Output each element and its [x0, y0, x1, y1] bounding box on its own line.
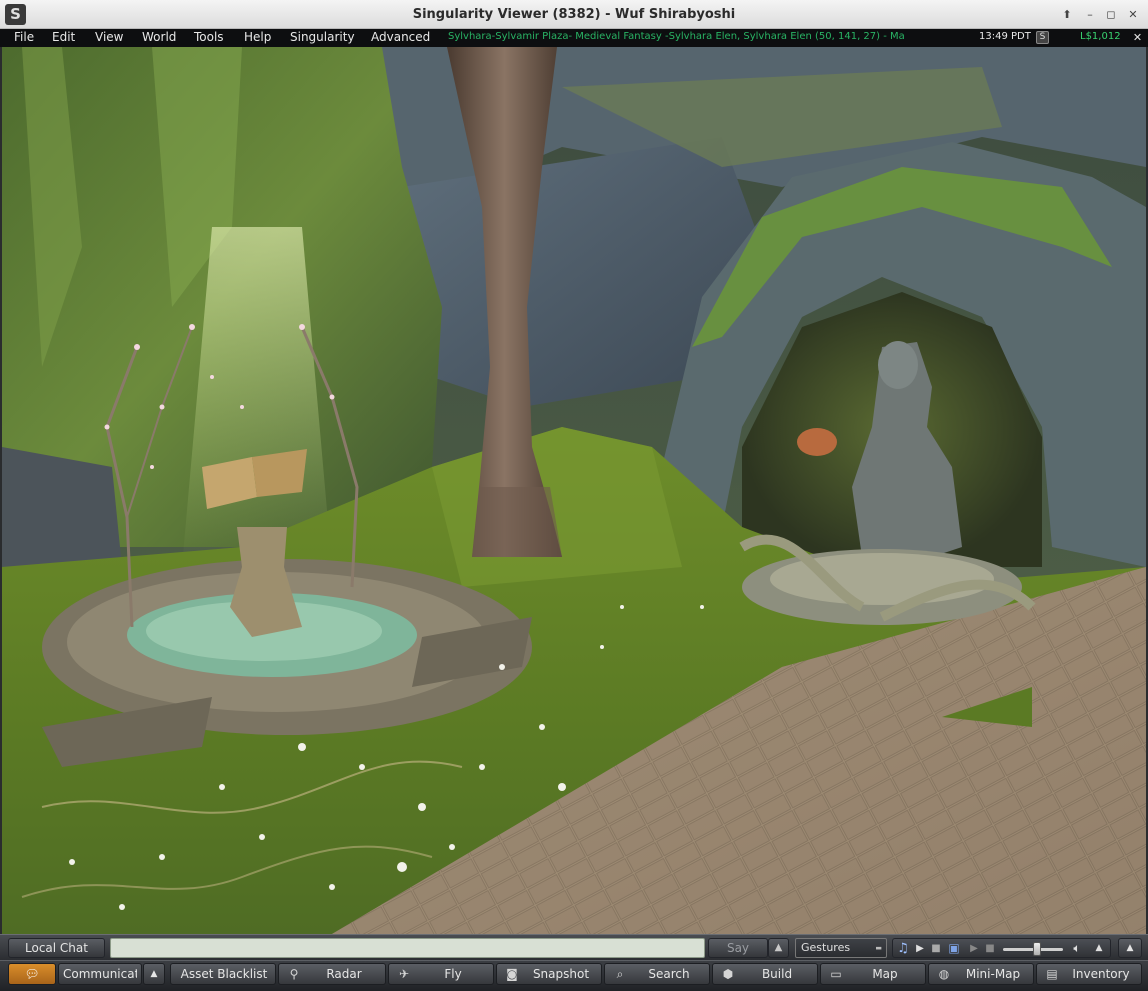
say-button[interactable]: Say: [708, 938, 768, 958]
menu-tools[interactable]: Tools: [194, 30, 224, 44]
camera-icon: ◙: [506, 967, 518, 981]
balance[interactable]: L$1,012: [1080, 31, 1121, 42]
snapshot-button[interactable]: ◙ Snapshot: [496, 963, 602, 985]
menu-help[interactable]: Help: [244, 30, 271, 44]
music-note-icon[interactable]: ♫: [895, 940, 911, 957]
media-play-icon[interactable]: ▶: [966, 940, 982, 957]
map-button[interactable]: ▭ Map: [820, 963, 926, 985]
music-stop-icon[interactable]: ■: [928, 940, 944, 957]
expand-panel-icon[interactable]: ▲: [1118, 938, 1142, 958]
chat-bar: Local Chat Say ▲ Gestures ♫ ▶ ■ ▣ ▶ ■ 🔈︎…: [0, 934, 1148, 960]
fly-label: Fly: [444, 967, 462, 981]
chat-input[interactable]: [110, 938, 705, 958]
menu-file[interactable]: File: [14, 30, 34, 44]
fly-button[interactable]: ✈ Fly: [388, 963, 494, 985]
menu-advanced[interactable]: Advanced: [371, 30, 430, 44]
media-expand-icon[interactable]: ▲: [1091, 940, 1107, 957]
close-button[interactable]: ✕: [1124, 6, 1142, 23]
speech-bubble-icon: 💬︎: [24, 967, 40, 981]
media-icon[interactable]: ▣: [946, 940, 962, 957]
window-title: Singularity Viewer (8382) - Wuf Shirabyo…: [412, 7, 736, 22]
close-icon[interactable]: ✕: [1131, 30, 1144, 45]
media-controls: ♫ ▶ ■ ▣ ▶ ■ 🔈︎ ▲: [892, 938, 1111, 958]
asset-blacklist-button[interactable]: Asset Blacklist: [170, 963, 276, 985]
media-stop-icon[interactable]: ■: [982, 940, 998, 957]
map-label: Map: [872, 967, 898, 981]
local-chat-button[interactable]: Local Chat: [8, 938, 105, 958]
location-text[interactable]: Sylvhara-Sylvamir Plaza- Medieval Fantas…: [448, 31, 910, 42]
asset-blacklist-label: Asset Blacklist: [180, 967, 268, 981]
map-icon: ▭: [830, 967, 842, 981]
minimap-button[interactable]: ◍ Mini-Map: [928, 963, 1034, 985]
inventory-button[interactable]: ▤ Inventory: [1036, 963, 1142, 985]
gestures-dropdown[interactable]: Gestures: [795, 938, 887, 958]
communicate-label: Communicat: [63, 967, 137, 981]
menu-world[interactable]: World: [142, 30, 176, 44]
search-icon: ⌕: [616, 967, 624, 981]
snapshot-label: Snapshot: [532, 967, 590, 981]
inventory-icon: ▤: [1046, 967, 1058, 981]
radar-label: Radar: [326, 967, 362, 981]
clock: 13:49 PDT: [979, 31, 1031, 42]
chevron-up-icon: ▲: [150, 969, 158, 979]
bottom-toolbar: 💬︎ Communicat ▲ Asset Blacklist ⚲ Radar …: [0, 960, 1148, 991]
build-cube-icon: ⬢: [722, 967, 734, 981]
communicate-menu-arrow[interactable]: ▲: [143, 963, 165, 985]
build-label: Build: [761, 967, 793, 981]
world-scene: [2, 47, 1146, 934]
maximize-button[interactable]: ◻: [1102, 6, 1120, 23]
menu-bar: File Edit View World Tools Help Singular…: [0, 29, 1148, 47]
search-button[interactable]: ⌕ Search: [604, 963, 710, 985]
menu-view[interactable]: View: [95, 30, 123, 44]
radar-button[interactable]: ⚲ Radar: [278, 963, 386, 985]
minimize-button[interactable]: –: [1081, 6, 1099, 23]
search-label: Search: [648, 967, 690, 981]
communicate-button[interactable]: Communicat: [58, 963, 142, 985]
menu-singularity[interactable]: Singularity: [290, 30, 355, 44]
chat-history-button[interactable]: 💬︎: [8, 963, 56, 985]
minimap-label: Mini-Map: [965, 967, 1021, 981]
fly-icon: ✈: [398, 967, 410, 981]
keep-above-button[interactable]: ⬆: [1058, 6, 1076, 23]
world-viewport[interactable]: [2, 47, 1146, 934]
menu-edit[interactable]: Edit: [52, 30, 75, 44]
title-bar[interactable]: Singularity Viewer (8382) - Wuf Shirabyo…: [0, 0, 1148, 29]
music-play-icon[interactable]: ▶: [912, 940, 928, 957]
globe-icon: ◍: [938, 967, 950, 981]
radar-icon: ⚲: [289, 967, 299, 981]
chat-channel-arrow-icon[interactable]: ▲: [768, 938, 789, 958]
inventory-label: Inventory: [1072, 967, 1130, 981]
volume-slider-knob[interactable]: [1033, 942, 1042, 956]
buy-currency-button[interactable]: S: [1036, 31, 1049, 44]
speaker-icon[interactable]: 🔈︎: [1069, 940, 1085, 957]
build-button[interactable]: ⬢ Build: [712, 963, 818, 985]
